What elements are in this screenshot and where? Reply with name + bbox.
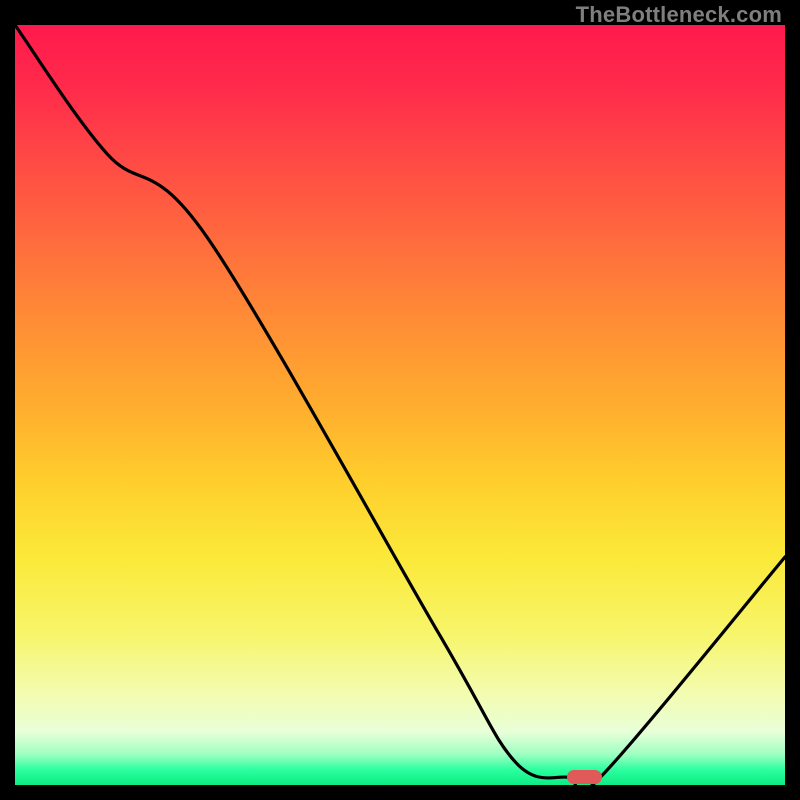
bottleneck-curve-path bbox=[15, 25, 785, 785]
bottleneck-curve-svg bbox=[15, 25, 785, 785]
watermark-text: TheBottleneck.com bbox=[576, 2, 782, 28]
chart-plot-area bbox=[15, 25, 785, 785]
optimal-point-marker bbox=[567, 770, 602, 784]
